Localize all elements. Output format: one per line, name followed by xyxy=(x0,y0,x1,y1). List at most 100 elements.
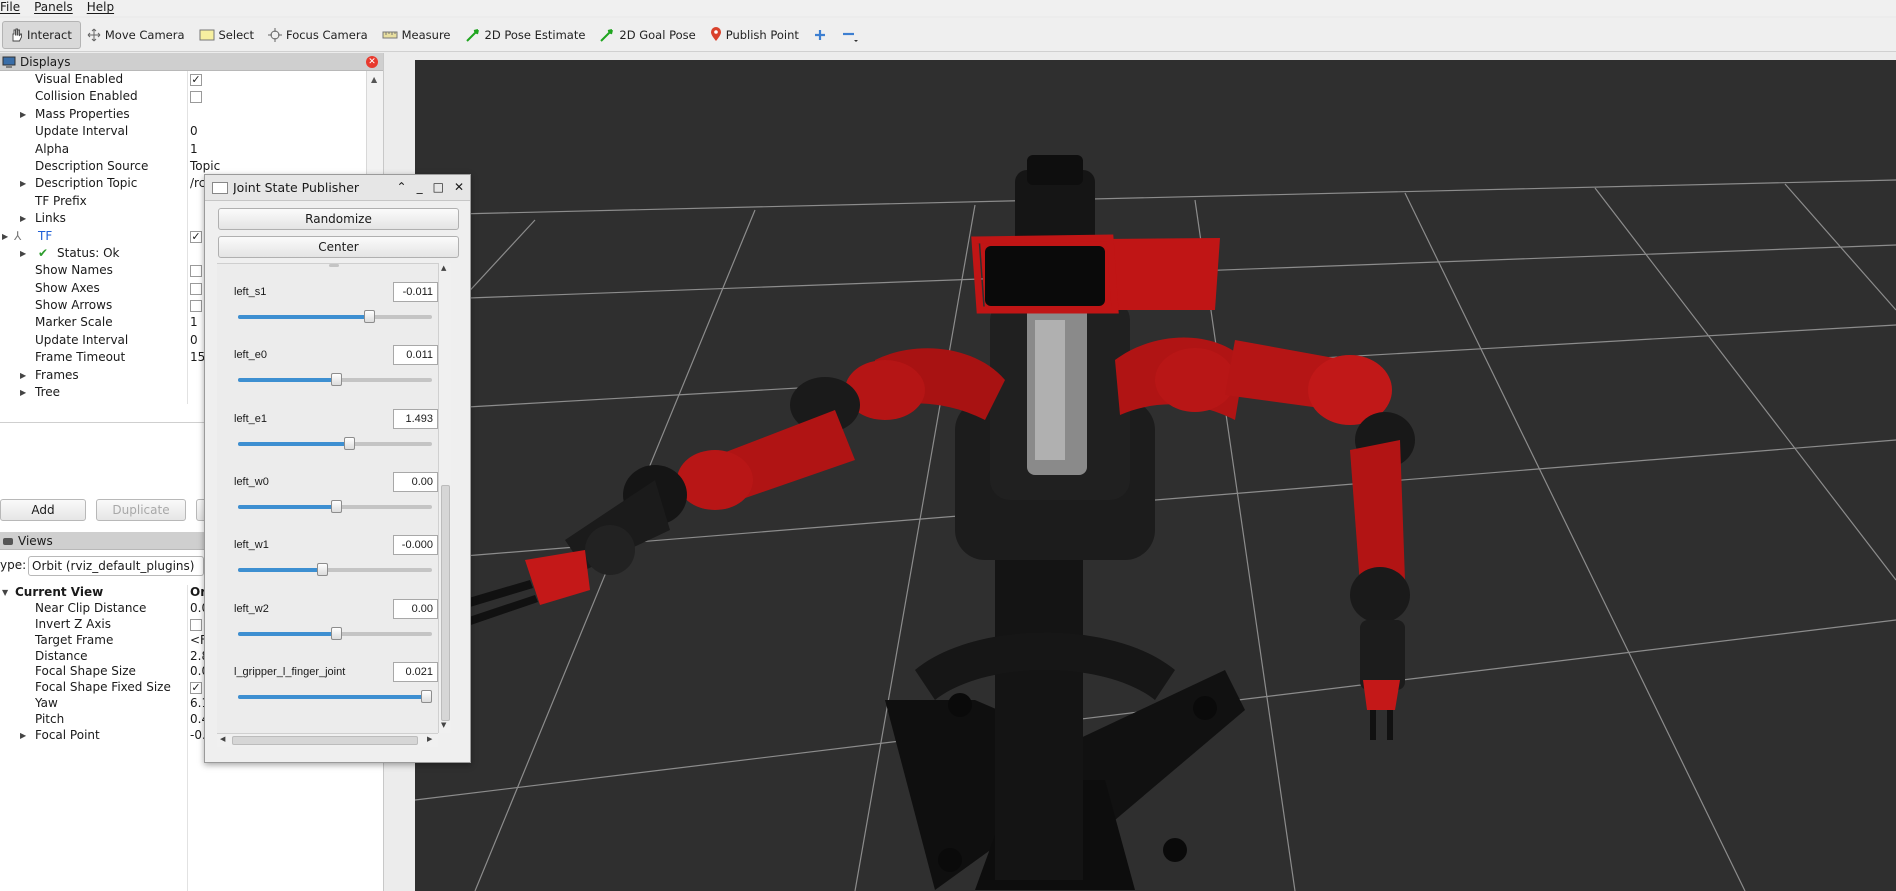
property-checkbox[interactable]: ✓ xyxy=(190,230,202,243)
display-property-row[interactable]: Visual Enabled ✓ xyxy=(0,71,384,88)
tool-move-camera[interactable]: Move Camera xyxy=(81,21,193,49)
display-property-row[interactable]: Update Interval 0 xyxy=(0,123,384,140)
property-checkbox[interactable] xyxy=(190,265,202,278)
property-label: Focal Shape Size xyxy=(35,664,136,679)
tool-publish-point[interactable]: Publish Point xyxy=(704,21,807,49)
tool-2d-goal-pose[interactable]: 2D Goal Pose xyxy=(593,21,703,49)
slider-handle[interactable] xyxy=(316,563,328,577)
check-ok-icon: ✔ xyxy=(38,245,49,260)
robot-left-arm xyxy=(445,348,1005,627)
close-icon[interactable]: ✕ xyxy=(366,56,378,68)
tool-2d-pose-estimate[interactable]: 2D Pose Estimate xyxy=(459,21,594,49)
tool-measure[interactable]: Measure xyxy=(376,21,459,49)
slider-handle[interactable] xyxy=(364,310,376,323)
property-label: Show Names xyxy=(35,263,113,278)
property-checkbox[interactable] xyxy=(190,282,202,295)
slider-handle[interactable] xyxy=(331,626,343,640)
property-checkbox[interactable] xyxy=(190,300,202,313)
expand-arrow-icon[interactable]: ▼ xyxy=(2,585,8,601)
property-label: Description Source xyxy=(35,158,149,173)
property-value[interactable]: 1 xyxy=(190,141,198,158)
joint-name: left_w1 xyxy=(234,539,269,552)
property-checkbox[interactable]: ✓ xyxy=(190,74,202,86)
display-property-row[interactable]: Alpha 1 xyxy=(0,141,384,158)
property-checkbox[interactable] xyxy=(190,618,202,631)
joint-slider[interactable] xyxy=(238,310,432,323)
tool-interact[interactable]: Interact xyxy=(2,20,81,49)
expand-arrow-icon[interactable]: ▶ xyxy=(20,367,26,384)
duplicate-button[interactable]: Duplicate xyxy=(96,499,186,521)
property-value[interactable]: 1 xyxy=(190,314,198,331)
move-icon xyxy=(87,28,101,41)
property-label: Frame Timeout xyxy=(35,350,126,365)
joint-slider[interactable] xyxy=(238,499,432,513)
property-checkbox[interactable]: ✓ xyxy=(190,682,202,695)
add-button[interactable]: Add xyxy=(0,499,86,521)
joint-list-hscrollbar[interactable]: ◀ ▶ xyxy=(217,733,438,747)
property-label: Target Frame xyxy=(35,632,114,647)
expand-arrow-icon[interactable]: ▶ xyxy=(20,175,26,192)
joint-value-field[interactable]: 0.00 xyxy=(393,598,438,619)
menu-panels[interactable]: Panels xyxy=(34,0,73,16)
expand-arrow-icon[interactable]: ▶ xyxy=(20,210,26,227)
scroll-up-icon[interactable]: ▲ xyxy=(371,75,377,84)
views-column-divider xyxy=(187,585,188,891)
joint-value-field[interactable]: 0.00 xyxy=(393,471,438,492)
display-property-row[interactable]: Description Source Topic xyxy=(0,158,384,175)
randomize-button[interactable]: Randomize xyxy=(218,208,459,230)
center-button[interactable]: Center xyxy=(218,236,459,258)
joint-slider[interactable] xyxy=(238,689,432,703)
camera-icon xyxy=(3,537,13,545)
tool-focus-camera[interactable]: Focus Camera xyxy=(262,21,376,49)
joint-slider[interactable] xyxy=(238,436,432,450)
joint-value-field[interactable]: -0.000 xyxy=(393,535,438,556)
hscroll-thumb[interactable] xyxy=(232,736,418,745)
minimize-icon[interactable]: _ xyxy=(417,180,423,194)
scroll-thumb[interactable] xyxy=(441,485,450,721)
dialog-titlebar[interactable]: Joint State Publisher ⌃ _ □ ✕ xyxy=(205,175,470,201)
joint-value-field[interactable]: 0.011 xyxy=(393,345,438,366)
property-value[interactable]: 0 xyxy=(190,123,198,140)
view-type-select[interactable]: Orbit (rviz_default_plugins) xyxy=(28,556,204,576)
slider-handle[interactable] xyxy=(421,689,432,703)
slider-handle[interactable] xyxy=(344,436,356,450)
expand-arrow-icon[interactable]: ▶ xyxy=(20,245,26,262)
minus-icon xyxy=(842,32,858,42)
tool-select[interactable]: Select xyxy=(193,21,262,49)
robot-scene xyxy=(415,155,1896,891)
property-checkbox[interactable] xyxy=(190,91,202,104)
slider-handle[interactable] xyxy=(331,499,343,513)
joint-list-vscrollbar[interactable]: ▲ ▼ xyxy=(438,263,451,733)
tool-label: Select xyxy=(218,27,254,42)
joint-value-field[interactable]: 1.493 xyxy=(393,408,438,429)
display-property-row[interactable]: ▶ Mass Properties xyxy=(0,106,384,123)
window-icon xyxy=(212,181,228,194)
menu-file[interactable]: File xyxy=(0,0,20,16)
joint-slider[interactable] xyxy=(238,373,432,387)
slider-handle[interactable] xyxy=(331,373,343,387)
add-tool-button[interactable] xyxy=(807,21,835,49)
scroll-up-icon[interactable]: ▲ xyxy=(441,264,446,272)
expand-arrow-icon[interactable]: ▶ xyxy=(20,728,26,744)
scroll-down-icon[interactable]: ▼ xyxy=(441,721,446,729)
menu-help[interactable]: Help xyxy=(87,0,114,16)
scroll-right-icon[interactable]: ▶ xyxy=(427,735,432,743)
expand-arrow-icon[interactable]: ▶ xyxy=(20,384,26,401)
property-value[interactable]: 15 xyxy=(190,349,205,366)
joint-slider[interactable] xyxy=(238,563,432,577)
property-value[interactable]: 0 xyxy=(190,332,198,349)
joint-slider[interactable] xyxy=(238,626,432,640)
3d-viewport[interactable] xyxy=(415,60,1896,891)
close-icon[interactable]: ✕ xyxy=(454,180,464,194)
display-property-row[interactable]: Collision Enabled xyxy=(0,88,384,105)
joint-value-field[interactable]: -0.011 xyxy=(393,282,438,302)
maximize-icon[interactable]: □ xyxy=(433,180,444,194)
scroll-left-icon[interactable]: ◀ xyxy=(220,735,225,743)
remove-tool-button[interactable] xyxy=(835,21,867,49)
expand-arrow-icon[interactable]: ▶ xyxy=(2,228,8,245)
property-value[interactable]: Topic xyxy=(190,158,220,175)
expand-arrow-icon[interactable]: ▶ xyxy=(20,106,26,123)
menu-bar: File Panels Help xyxy=(0,0,1896,16)
joint-value-field[interactable]: 0.021 xyxy=(393,661,438,682)
shade-icon[interactable]: ⌃ xyxy=(397,180,407,194)
